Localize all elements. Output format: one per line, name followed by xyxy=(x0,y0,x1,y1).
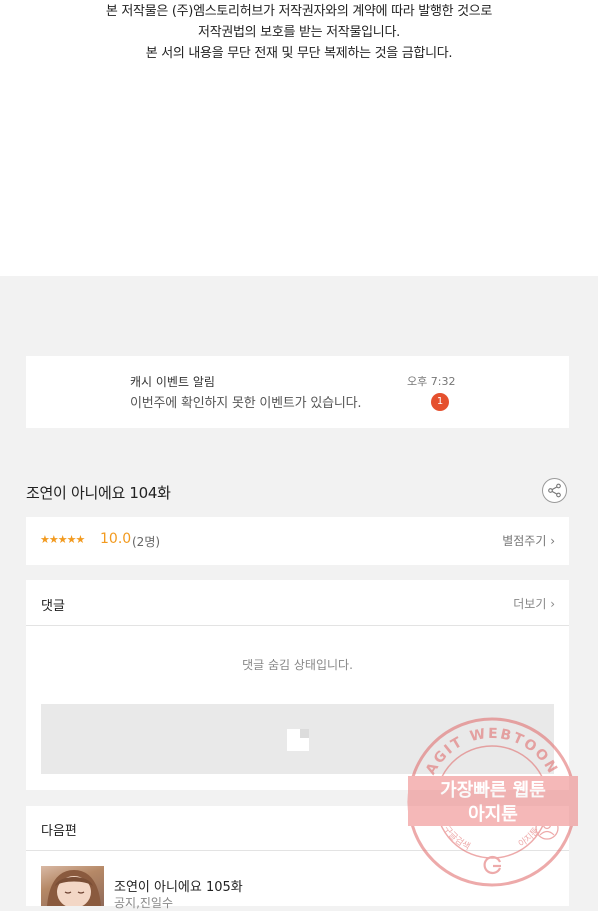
stamp-bottom-right-text: 아지툰 xyxy=(517,826,542,850)
copyright-line-2: 저작권법의 보호를 받는 저작물입니다. xyxy=(198,25,400,40)
next-episode-header: 다음편 xyxy=(41,824,77,839)
svg-text:구글검색: 구글검색 xyxy=(441,824,472,853)
copyright-section: 본 저작물은 (주)엠스토리허브가 저작권자와의 계약에 따라 발행한 것으로 … xyxy=(0,0,598,276)
share-button[interactable] xyxy=(542,478,567,503)
next-episode-author: 공지,진일수 xyxy=(114,896,174,910)
google-g-icon xyxy=(483,855,502,875)
rating-card: ★★★★★ 10.0 (2명) 별점주기 › xyxy=(26,517,569,565)
notification-count-badge: 1 xyxy=(431,393,449,411)
notification-message: 이번주에 확인하지 못한 이벤트가 있습니다. xyxy=(130,396,362,411)
notification-title: 캐시 이벤트 알림 xyxy=(130,375,215,389)
watermark-stamp: AGIT WEBTOON 구글검색 아지툰 가장빠른 웹툰 아지툰 xyxy=(406,716,578,888)
character-illustration xyxy=(47,870,101,906)
rating-score: 10.0 xyxy=(100,531,132,547)
next-episode-thumbnail[interactable] xyxy=(41,866,104,906)
copyright-line-1: 본 저작물은 (주)엠스토리허브가 저작권자와의 계약에 따라 발행한 것으로 xyxy=(105,4,493,19)
image-placeholder-icon xyxy=(287,729,309,751)
next-episode-title[interactable]: 조연이 아니에요 105화 xyxy=(114,876,243,895)
rating-stars: ★★★★★ xyxy=(40,533,85,546)
notification-time: 오후 7:32 xyxy=(407,375,456,388)
copyright-notice: 본 저작물은 (주)엠스토리허브가 저작권자와의 계약에 따라 발행한 것으로 … xyxy=(0,0,598,64)
stamp-line-1: 가장빠른 웹툰 xyxy=(440,780,546,801)
rate-button[interactable]: 별점주기 › xyxy=(502,532,555,549)
comments-hidden-message: 댓글 숨김 상태입니다. xyxy=(242,658,353,672)
cash-event-notification[interactable]: 캐시 이벤트 알림 오후 7:32 이번주에 확인하지 못한 이벤트가 있습니다… xyxy=(26,356,569,428)
episode-title: 조연이 아니에요 104화 xyxy=(26,484,171,502)
svg-text:아지툰: 아지툰 xyxy=(517,826,542,850)
stamp-line-2: 아지툰 xyxy=(468,804,518,825)
comments-more-button[interactable]: 더보기 › xyxy=(513,595,555,612)
share-icon xyxy=(548,483,561,498)
divider xyxy=(26,625,569,626)
comments-header: 댓글 xyxy=(41,599,65,614)
copyright-line-3: 본 서의 내용을 무단 전재 및 무단 복제하는 것을 금합니다. xyxy=(145,46,453,61)
rating-count: (2명) xyxy=(132,535,161,549)
stamp-bottom-left-text: 구글검색 xyxy=(441,824,472,853)
